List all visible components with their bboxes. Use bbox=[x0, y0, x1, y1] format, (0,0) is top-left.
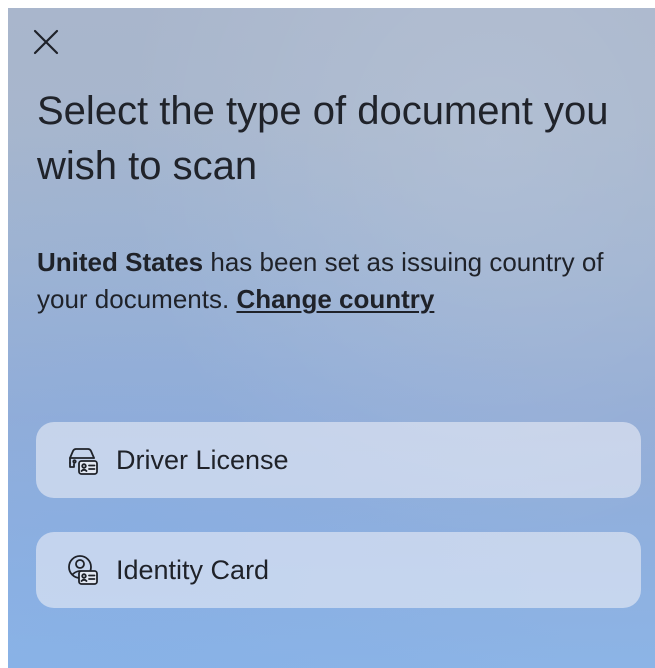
change-country-link[interactable]: Change country bbox=[236, 284, 434, 314]
option-label-identity-card: Identity Card bbox=[116, 554, 270, 585]
driver-license-button[interactable]: Driver License bbox=[36, 422, 641, 498]
identity-card-button[interactable]: Identity Card bbox=[36, 532, 641, 608]
person-id-card-icon bbox=[66, 553, 100, 587]
close-button[interactable] bbox=[28, 24, 64, 60]
issuing-country-name: United States bbox=[37, 247, 204, 277]
document-type-screen: Select the type of document you wish to … bbox=[8, 8, 655, 668]
page-title: Select the type of document you wish to … bbox=[37, 89, 609, 188]
close-icon bbox=[32, 28, 60, 56]
option-label-driver-license: Driver License bbox=[116, 444, 289, 475]
car-id-card-icon bbox=[66, 443, 100, 477]
issuing-country-notice: United States has been set as issuing co… bbox=[37, 244, 637, 318]
